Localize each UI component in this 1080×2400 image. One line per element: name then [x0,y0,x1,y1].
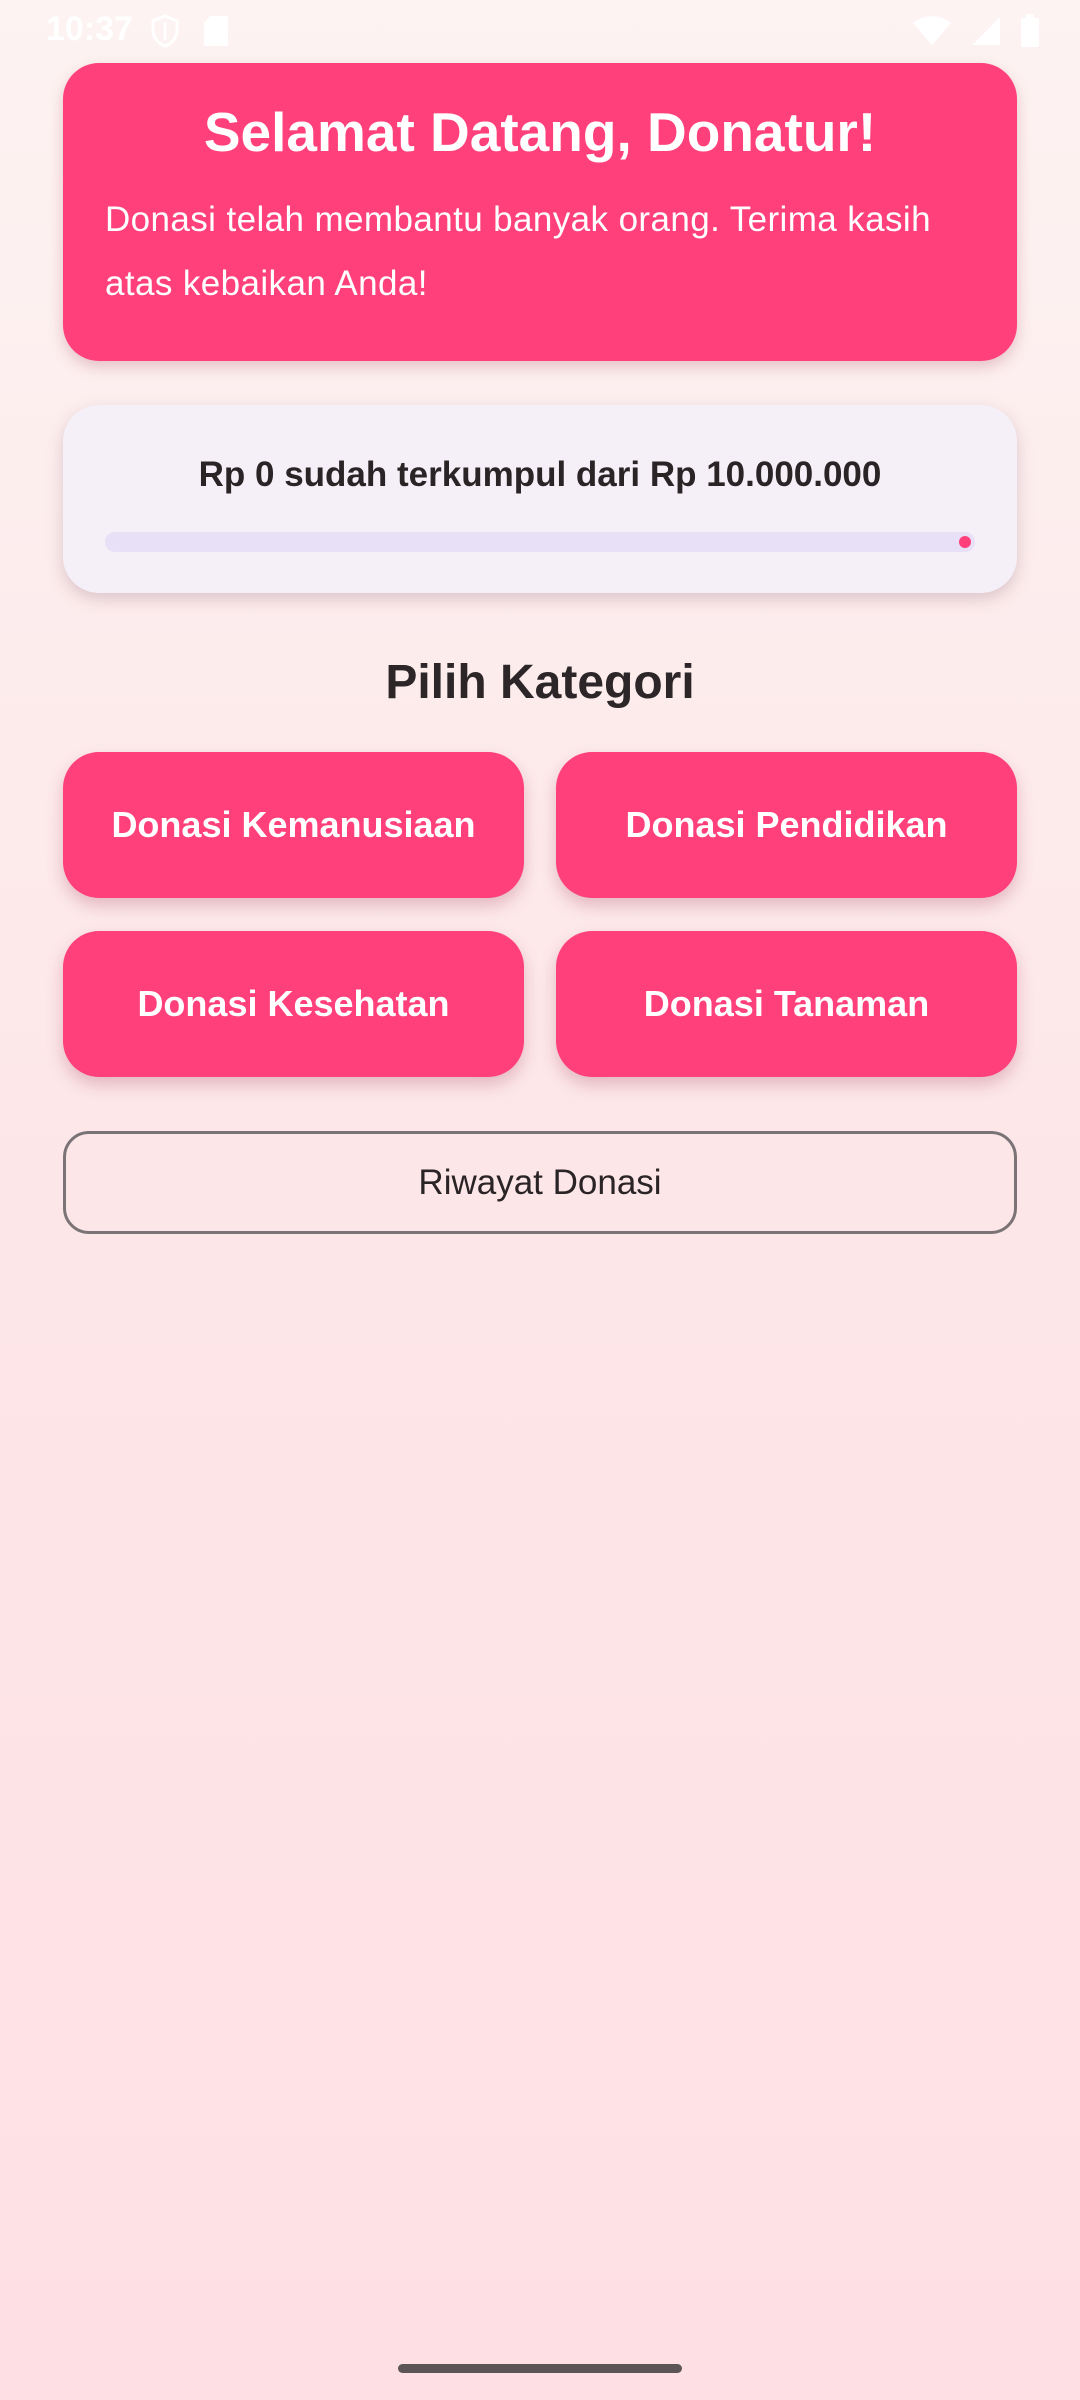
welcome-card: Selamat Datang, Donatur! Donasi telah me… [63,63,1017,361]
status-right-icons [912,14,1040,48]
status-time: 10:37 [46,10,133,48]
status-bar: 10:37 [0,0,1080,60]
status-left-icons [150,14,230,48]
progress-end-indicator [959,536,971,548]
battery-icon [1020,14,1040,48]
category-button-kemanusiaan[interactable]: Donasi Kemanusiaan [63,752,524,898]
wifi-icon [912,15,952,47]
progress-label: Rp 0 sudah terkumpul dari Rp 10.000.000 [198,455,882,494]
category-button-kesehatan[interactable]: Donasi Kesehatan [63,931,524,1077]
progress-bar [105,532,975,552]
home-indicator[interactable] [398,2364,682,2373]
welcome-message: Donasi telah membantu banyak orang. Teri… [105,200,931,303]
donation-history-button[interactable]: Riwayat Donasi [63,1131,1017,1234]
category-button-pendidikan[interactable]: Donasi Pendidikan [556,752,1017,898]
category-section-title: Pilih Kategori [385,656,695,709]
signal-icon [970,15,1002,47]
sd-card-icon [202,14,230,48]
donation-progress-card: Rp 0 sudah terkumpul dari Rp 10.000.000 [63,405,1017,593]
welcome-title: Selamat Datang, Donatur! [203,101,877,163]
category-button-tanaman[interactable]: Donasi Tanaman [556,931,1017,1077]
shield-icon [150,14,180,48]
